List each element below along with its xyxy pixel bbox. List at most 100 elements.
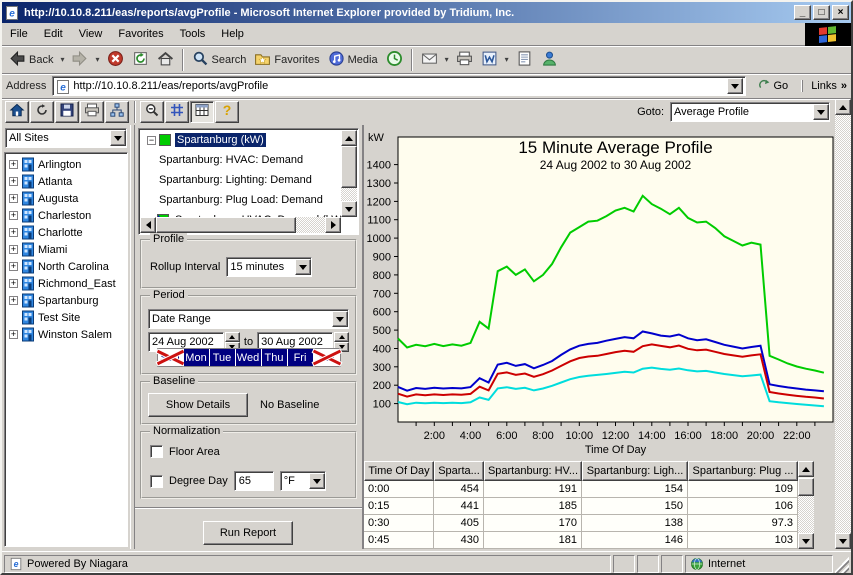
period-dropdown-button[interactable]	[332, 311, 348, 327]
tree-expander-icon[interactable]: +	[9, 330, 18, 339]
zoom-out-button[interactable]	[140, 101, 164, 123]
nav-home-button[interactable]	[5, 101, 29, 123]
column-header-1[interactable]: Sparta...	[434, 461, 484, 481]
forward-dropdown[interactable]: ▾	[92, 55, 102, 64]
series-item-spartanburg-lighting-demand[interactable]: Spartanburg: Lighting: Demand	[140, 170, 341, 190]
sidebar-item-north-carolina[interactable]: +North Carolina	[5, 258, 127, 275]
degree-value-input[interactable]: 65	[234, 471, 274, 491]
page-vscrollbar[interactable]	[835, 99, 851, 549]
edit-button[interactable]	[477, 48, 502, 72]
series-item-spartanburg-hvac-demand-kw[interactable]: Spartanburg: HVAC: Demand (kW)	[140, 210, 341, 217]
goto-dropdown-button[interactable]	[813, 104, 829, 120]
start-date-up-button[interactable]	[225, 332, 240, 342]
goto-combobox[interactable]: Average Profile	[670, 102, 830, 122]
minimize-button[interactable]: _	[794, 5, 811, 20]
scroll-up-button[interactable]	[798, 461, 814, 477]
menu-item-edit[interactable]: Edit	[36, 25, 71, 43]
column-header-0[interactable]: Time Of Day	[364, 461, 434, 481]
tree-expander-icon[interactable]: +	[9, 177, 18, 186]
edit-dropdown[interactable]: ▾	[502, 55, 512, 64]
scroll-thumb[interactable]	[156, 217, 296, 233]
sidebar-item-miami[interactable]: +Miami	[5, 241, 127, 258]
go-button[interactable]: Go	[752, 76, 795, 97]
end-date-up-button[interactable]	[334, 332, 349, 342]
day-toggle-mon[interactable]: Mon	[184, 349, 210, 366]
mail-button[interactable]	[417, 48, 442, 72]
home-button[interactable]	[153, 48, 178, 72]
degree-unit-dropdown-button[interactable]	[309, 473, 325, 489]
tree-expander-icon[interactable]: +	[9, 245, 18, 254]
tree-expander-icon[interactable]: +	[9, 262, 18, 271]
column-header-3[interactable]: Spartanburg: Ligh...	[582, 461, 688, 481]
table-row[interactable]: 0:45430181146103	[364, 532, 814, 549]
sidebar-item-augusta[interactable]: +Augusta	[5, 190, 127, 207]
tree-expander-icon[interactable]: +	[9, 194, 18, 203]
table-view-button[interactable]	[190, 101, 214, 123]
back-dropdown[interactable]: ▾	[57, 55, 67, 64]
scroll-down-button[interactable]	[341, 201, 357, 217]
nav-refresh-button[interactable]	[30, 101, 54, 123]
media-button[interactable]: Media	[324, 48, 382, 72]
day-toggle-thu[interactable]: Thu	[262, 349, 288, 366]
tree-expander-icon[interactable]: +	[9, 211, 18, 220]
sidebar-item-richmond-east[interactable]: +Richmond_East	[5, 275, 127, 292]
site-filter-combobox[interactable]: All Sites	[5, 128, 127, 148]
site-tree-button[interactable]	[105, 101, 129, 123]
sidebar-item-charlotte[interactable]: +Charlotte	[5, 224, 127, 241]
day-toggle-sat[interactable]: Sat	[314, 349, 340, 366]
mail-dropdown[interactable]: ▾	[442, 55, 452, 64]
scroll-left-button[interactable]	[140, 217, 156, 233]
address-input[interactable]: e http://10.10.8.211/eas/reports/avgProf…	[52, 76, 745, 96]
sidebar-item-winston-salem[interactable]: +Winston Salem	[5, 326, 127, 343]
site-filter-dropdown-button[interactable]	[110, 130, 126, 146]
scroll-down-button[interactable]	[798, 533, 814, 549]
back-button[interactable]: Back	[5, 48, 57, 72]
rollup-dropdown-button[interactable]	[295, 259, 311, 275]
favorites-button[interactable]: Favorites	[250, 48, 323, 72]
sidebar-item-atlanta[interactable]: +Atlanta	[5, 173, 127, 190]
menu-item-file[interactable]: File	[2, 25, 36, 43]
series-list-hscrollbar[interactable]	[140, 217, 341, 233]
refresh-button[interactable]	[128, 48, 153, 72]
degree-day-checkbox[interactable]	[150, 475, 163, 488]
print-report-button[interactable]	[80, 101, 104, 123]
degree-unit-combobox[interactable]: °F	[280, 471, 326, 491]
day-toggle-wed[interactable]: Wed	[236, 349, 262, 366]
sidebar-item-test-site[interactable]: Test Site	[5, 309, 127, 326]
floor-area-checkbox[interactable]	[150, 445, 163, 458]
table-row[interactable]: 0:3040517013897.3	[364, 515, 814, 532]
history-button[interactable]	[382, 48, 407, 72]
forward-button[interactable]	[67, 48, 92, 72]
scroll-down-button[interactable]	[835, 533, 851, 549]
series-item-spartanburg-hvac-demand[interactable]: Spartanburg: HVAC: Demand	[140, 150, 341, 170]
day-toggle-fri[interactable]: Fri	[288, 349, 314, 366]
close-button[interactable]: ×	[832, 5, 849, 20]
save-button[interactable]	[55, 101, 79, 123]
search-button[interactable]: Search	[188, 48, 251, 72]
run-report-button[interactable]: Run Report	[203, 521, 293, 545]
address-dropdown-button[interactable]	[727, 78, 743, 94]
series-item-spartanburg-plug-load-demand[interactable]: Spartanburg: Plug Load: Demand	[140, 190, 341, 210]
links-bar[interactable]: Links »	[802, 80, 847, 92]
scroll-thumb[interactable]	[798, 478, 814, 496]
series-item-spartanburg-kw[interactable]: −Spartanburg (kW)	[140, 130, 341, 150]
scroll-right-button[interactable]	[325, 217, 341, 233]
sidebar-item-charleston[interactable]: +Charleston	[5, 207, 127, 224]
menu-item-favorites[interactable]: Favorites	[110, 25, 171, 43]
title-bar[interactable]: e http://10.10.8.211/eas/reports/avgProf…	[2, 2, 851, 23]
period-type-combobox[interactable]: Date Range	[148, 309, 349, 329]
sidebar-item-spartanburg[interactable]: +Spartanburg	[5, 292, 127, 309]
sidebar-item-arlington[interactable]: +Arlington	[5, 156, 127, 173]
grid-button[interactable]	[165, 101, 189, 123]
day-toggle-sun[interactable]: Sun	[158, 349, 184, 366]
stop-button[interactable]	[103, 48, 128, 72]
column-header-2[interactable]: Spartanburg: HV...	[484, 461, 582, 481]
series-list-vscrollbar[interactable]	[341, 130, 357, 217]
day-toggle-tue[interactable]: Tue	[210, 349, 236, 366]
links-chevron-icon[interactable]: »	[841, 80, 847, 92]
messenger-button[interactable]	[537, 48, 562, 72]
menu-item-tools[interactable]: Tools	[172, 25, 214, 43]
print-button[interactable]	[452, 48, 477, 72]
discuss-button[interactable]	[512, 48, 537, 72]
tree-expander-icon[interactable]: +	[9, 228, 18, 237]
